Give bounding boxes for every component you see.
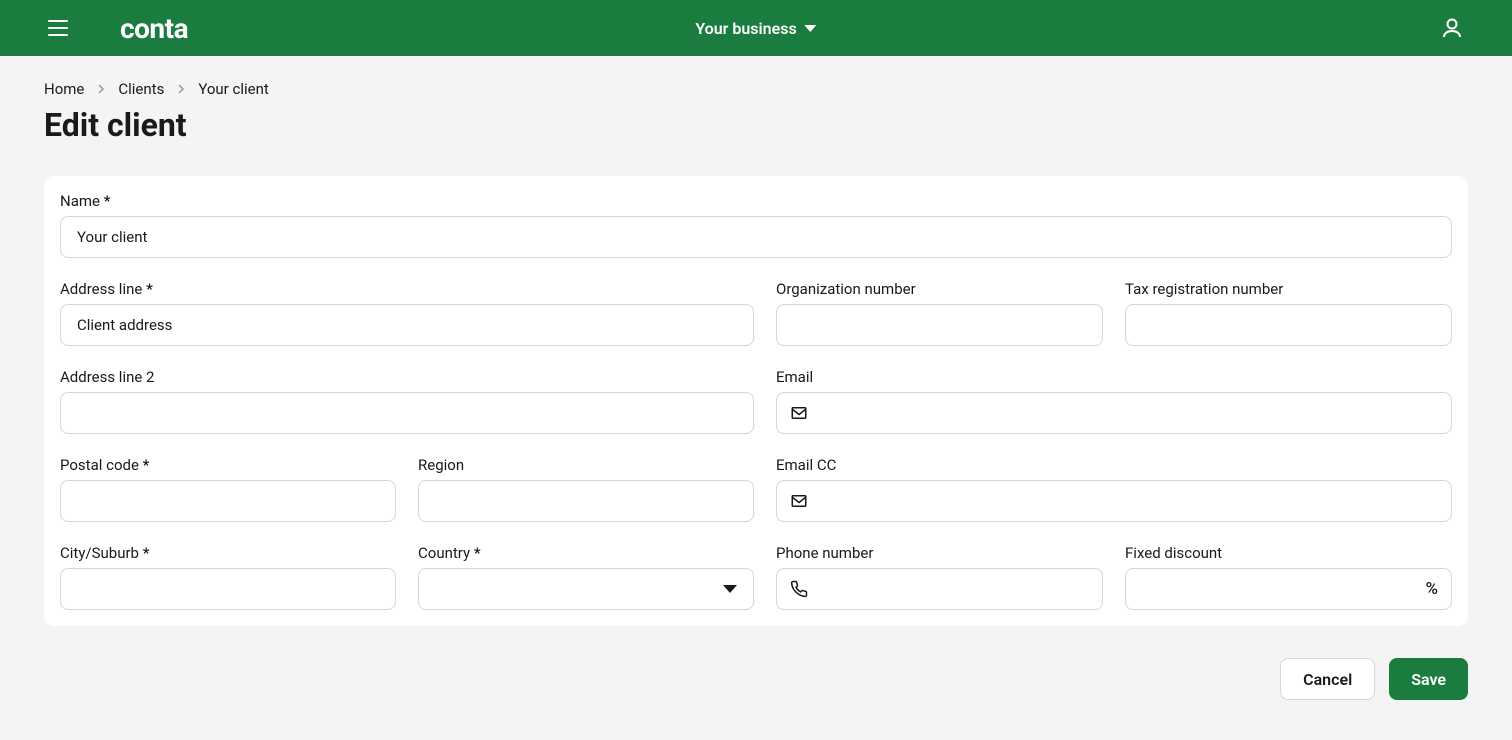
breadcrumb-home[interactable]: Home bbox=[44, 80, 84, 98]
logo[interactable]: conta bbox=[120, 12, 188, 45]
page-content: Home Clients Your client Edit client Nam… bbox=[0, 56, 1512, 740]
postal-code-label: Postal code bbox=[60, 456, 396, 474]
city-suburb-label: City/Suburb bbox=[60, 544, 396, 562]
page-title: Edit client bbox=[44, 106, 1468, 144]
business-label: Your business bbox=[695, 19, 796, 38]
chevron-right-icon bbox=[96, 84, 106, 94]
chevron-right-icon bbox=[176, 84, 186, 94]
org-number-field[interactable] bbox=[776, 304, 1103, 346]
email-label: Email bbox=[776, 368, 1452, 386]
business-selector[interactable]: Your business bbox=[695, 19, 816, 38]
edit-client-form: Name Address line Address line 2 Postal … bbox=[44, 176, 1468, 626]
name-field[interactable] bbox=[60, 216, 1452, 258]
save-button[interactable]: Save bbox=[1389, 658, 1468, 700]
org-number-label: Organization number bbox=[776, 280, 1103, 298]
address-line-field[interactable] bbox=[60, 304, 754, 346]
user-icon[interactable] bbox=[1440, 16, 1464, 40]
fixed-discount-label: Fixed discount bbox=[1125, 544, 1452, 562]
country-label: Country bbox=[418, 544, 754, 562]
tax-reg-number-label: Tax registration number bbox=[1125, 280, 1452, 298]
name-label: Name bbox=[60, 192, 1452, 210]
region-field[interactable] bbox=[418, 480, 754, 522]
phone-label: Phone number bbox=[776, 544, 1103, 562]
address-line-2-field[interactable] bbox=[60, 392, 754, 434]
postal-code-field[interactable] bbox=[60, 480, 396, 522]
phone-field[interactable] bbox=[776, 568, 1103, 610]
email-cc-label: Email CC bbox=[776, 456, 1452, 474]
app-header: conta Your business bbox=[0, 0, 1512, 56]
email-field[interactable] bbox=[776, 392, 1452, 434]
country-select[interactable] bbox=[418, 568, 754, 610]
address-line-2-label: Address line 2 bbox=[60, 368, 754, 386]
city-suburb-field[interactable] bbox=[60, 568, 396, 610]
chevron-down-icon bbox=[805, 25, 817, 32]
menu-icon[interactable] bbox=[48, 16, 72, 40]
chevron-down-icon bbox=[723, 585, 737, 593]
tax-reg-number-field[interactable] bbox=[1125, 304, 1452, 346]
region-label: Region bbox=[418, 456, 754, 474]
form-actions: Cancel Save bbox=[44, 658, 1468, 700]
cancel-button[interactable]: Cancel bbox=[1280, 658, 1375, 700]
fixed-discount-field[interactable] bbox=[1125, 568, 1452, 610]
email-cc-field[interactable] bbox=[776, 480, 1452, 522]
breadcrumb-clients[interactable]: Clients bbox=[118, 80, 164, 98]
address-line-label: Address line bbox=[60, 280, 754, 298]
breadcrumb: Home Clients Your client bbox=[44, 80, 1468, 98]
breadcrumb-current: Your client bbox=[198, 80, 268, 98]
